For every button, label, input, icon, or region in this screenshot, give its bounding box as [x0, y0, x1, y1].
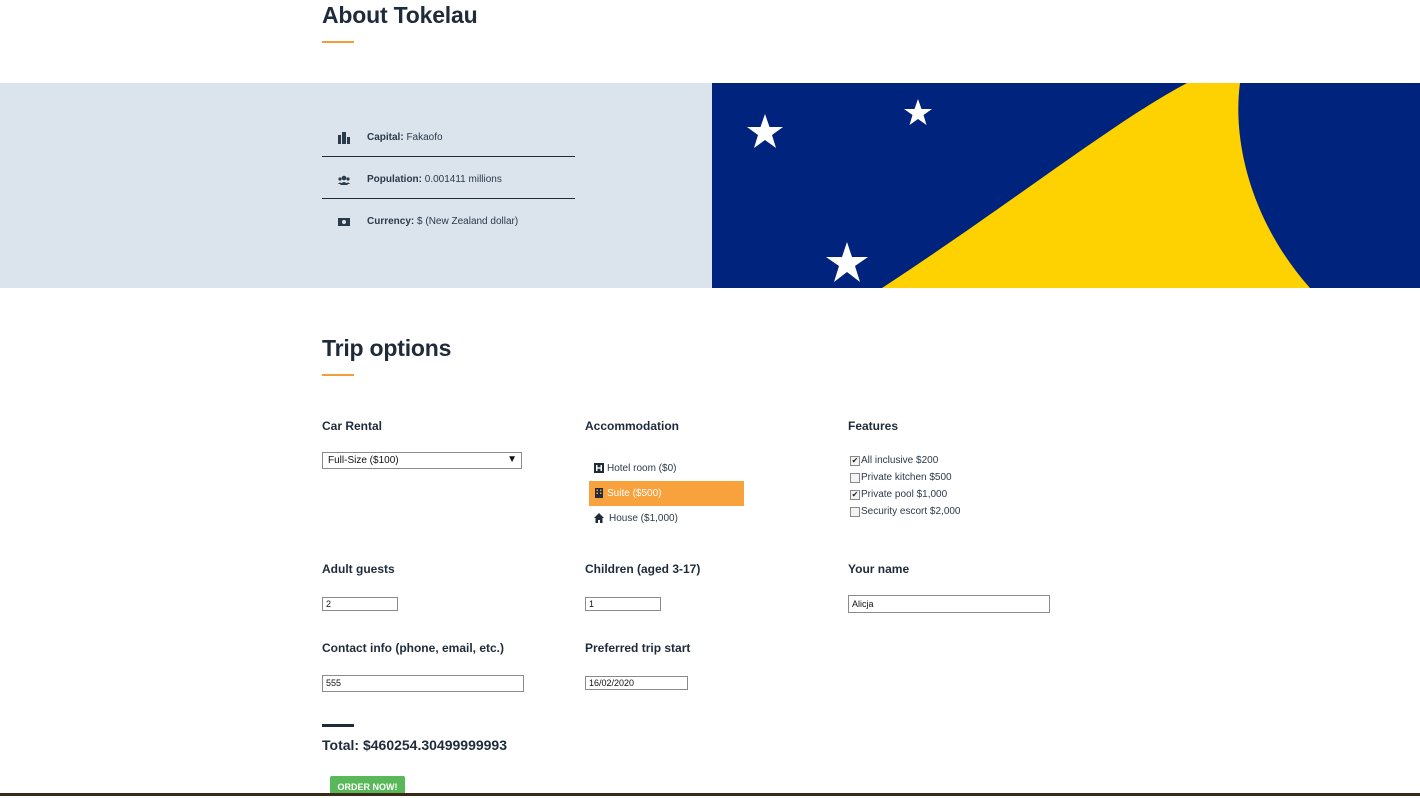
capital-value: Fakaofo: [406, 132, 443, 143]
trip-options-title: Trip options: [322, 335, 452, 361]
car-rental-select[interactable]: Full-Size ($100) ▼: [322, 452, 522, 469]
contact-info-label: Contact info (phone, email, etc.): [322, 641, 505, 655]
population-label: Population:: [367, 174, 422, 185]
total-price: Total: $460254.30499999993: [322, 737, 507, 753]
tokelau-flag: [712, 83, 1420, 288]
trip-start-date-input[interactable]: 16/02/2020: [585, 676, 688, 690]
accommodation-label: Accommodation: [585, 419, 680, 433]
adult-guests-label: Adult guests: [322, 562, 395, 576]
checkbox-unchecked[interactable]: [850, 507, 860, 517]
capital-row: Capital: Fakaofo: [322, 118, 575, 160]
population-value: 0.001411 millions: [424, 174, 502, 185]
feature-label: Private kitchen $500: [861, 472, 952, 483]
info-divider: [322, 198, 575, 199]
feature-label: All inclusive $200: [861, 455, 939, 466]
checkbox-checked[interactable]: ✔: [850, 490, 860, 500]
car-rental-label: Car Rental: [322, 419, 383, 433]
your-name-label: Your name: [848, 562, 910, 576]
home-icon: [594, 513, 604, 523]
trip-options-underline: [322, 374, 354, 376]
children-input[interactable]: 1: [585, 597, 661, 611]
contact-info-input[interactable]: 555: [322, 675, 524, 692]
about-title: About Tokelau: [322, 2, 478, 28]
checkbox-checked[interactable]: ✔: [850, 456, 860, 466]
capital-label: Capital:: [367, 132, 404, 143]
building-icon: [595, 488, 603, 498]
dropdown-arrow-icon: ▼: [507, 454, 517, 465]
currency-row: Currency: $ (New Zealand dollar): [322, 202, 575, 244]
feature-label: Security escort $2,000: [861, 506, 961, 517]
accommodation-option-label: House ($1,000): [609, 513, 678, 524]
city-icon: [338, 132, 350, 144]
car-rental-selected: Full-Size ($100): [328, 455, 399, 466]
country-info-band: [0, 83, 1420, 288]
total-divider: [322, 724, 354, 727]
info-divider: [322, 156, 575, 157]
accommodation-option-label: Suite ($500): [607, 488, 662, 499]
about-title-underline: [322, 41, 354, 43]
currency-value: $ (New Zealand dollar): [417, 216, 519, 227]
accommodation-option-label: Hotel room ($0): [607, 463, 677, 474]
currency-label: Currency:: [367, 216, 415, 227]
trip-start-label: Preferred trip start: [585, 641, 691, 655]
accommodation-option-house[interactable]: House ($1,000): [589, 506, 744, 531]
feature-label: Private pool $1,000: [861, 489, 948, 500]
money-icon: [338, 218, 350, 226]
features-label: Features: [848, 419, 899, 433]
checkbox-unchecked[interactable]: [850, 473, 860, 483]
users-icon: [338, 175, 350, 185]
children-label: Children (aged 3-17): [585, 562, 701, 576]
accommodation-option-hotel[interactable]: Hotel room ($0): [589, 456, 744, 481]
hotel-icon: [594, 463, 604, 473]
your-name-input[interactable]: Alicja: [848, 595, 1050, 613]
adult-guests-input[interactable]: 2: [322, 597, 398, 611]
population-row: Population: 0.001411 millions: [322, 160, 575, 202]
accommodation-option-suite[interactable]: Suite ($500): [589, 481, 744, 506]
